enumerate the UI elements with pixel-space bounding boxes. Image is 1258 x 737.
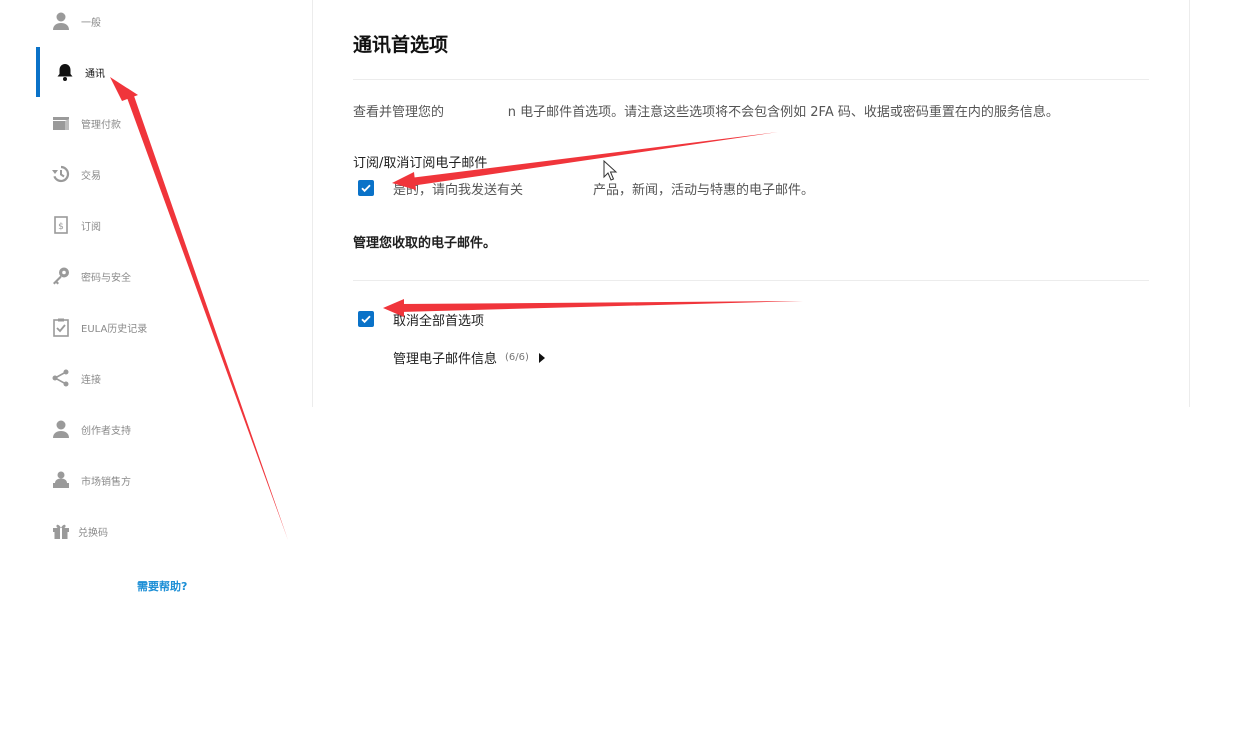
subscribe-checkbox[interactable] [358, 180, 374, 196]
svg-text:$: $ [58, 222, 64, 232]
person-icon [50, 10, 72, 32]
mouse-cursor-icon [603, 160, 618, 181]
sidebar-item-label: 市场销售方 [81, 476, 131, 488]
divider [353, 280, 1149, 281]
checkmark-icon [361, 184, 371, 193]
divider [353, 79, 1149, 80]
sidebar-item-label: EULA历史记录 [81, 323, 148, 335]
history-icon [50, 163, 72, 185]
sidebar-item-label: 管理付款 [81, 119, 121, 131]
caret-right-icon [538, 352, 545, 363]
person-icon [50, 418, 72, 440]
manage-link-label: 管理电子邮件信息 [393, 352, 498, 367]
sidebar-item-transactions[interactable]: 交易 [36, 149, 306, 199]
sidebar-item-communications[interactable]: 通讯 [36, 47, 306, 97]
sidebar-item-label: 一般 [81, 17, 101, 29]
sidebar-item-creator-support[interactable]: 创作者支持 [36, 404, 306, 454]
sidebar-item-password-security[interactable]: 密码与安全 [36, 251, 306, 301]
sidebar-item-label: 创作者支持 [81, 425, 131, 437]
seller-icon [50, 469, 72, 491]
share-icon [50, 367, 72, 389]
sidebar-item-label: 密码与安全 [81, 272, 131, 284]
description-text: 查看并管理您的 n 电子邮件首选项。请注意这些选项将不会包含例如 2FA 码、收据… [353, 105, 1059, 120]
bell-icon [54, 61, 76, 83]
key-icon [50, 265, 72, 287]
sidebar-item-general[interactable]: 一般 [36, 0, 306, 46]
sidebar-item-label: 交易 [81, 170, 101, 182]
subscribe-heading: 订阅/取消订阅电子邮件 [353, 156, 488, 171]
sidebar-item-redeem-code[interactable]: 兑换码 [36, 506, 306, 556]
sidebar-item-label: 通讯 [85, 68, 105, 80]
sidebar-item-connections[interactable]: 连接 [36, 353, 306, 403]
sidebar-item-label: 连接 [81, 374, 101, 386]
sidebar-item-marketplace-seller[interactable]: 市场销售方 [36, 455, 306, 505]
sidebar-item-label: 兑换码 [78, 527, 108, 539]
checkmark-icon [361, 315, 371, 324]
unsubscribe-all-checkbox[interactable] [358, 311, 374, 327]
redacted-brand: n [507, 105, 517, 120]
sidebar: 一般 通讯 管理付款 交易 $ 订阅 密码与安全 EULA历史记录 连接 创作者… [0, 0, 312, 737]
gift-icon [50, 520, 72, 542]
communication-preferences-panel: 通讯首选项 查看并管理您的 n 电子邮件首选项。请注意这些选项将不会包含例如 2F… [312, 0, 1190, 407]
manage-email-info-link[interactable]: 管理电子邮件信息 (6/6) [393, 348, 545, 367]
sidebar-item-payments[interactable]: 管理付款 [36, 98, 306, 148]
clipboard-check-icon [50, 316, 72, 338]
sidebar-item-eula-history[interactable]: EULA历史记录 [36, 302, 306, 352]
unsubscribe-all-label: 取消全部首选项 [393, 314, 485, 329]
sidebar-item-label: 订阅 [81, 221, 101, 233]
wallet-icon [50, 112, 72, 134]
manage-link-count: (6/6) [505, 352, 529, 363]
page-title: 通讯首选项 [353, 34, 449, 56]
sidebar-item-subscriptions[interactable]: $ 订阅 [36, 200, 306, 250]
manage-heading: 管理您收取的电子邮件。 [353, 236, 497, 251]
receipt-icon: $ [50, 214, 72, 236]
help-link[interactable]: 需要帮助? [137, 578, 187, 594]
